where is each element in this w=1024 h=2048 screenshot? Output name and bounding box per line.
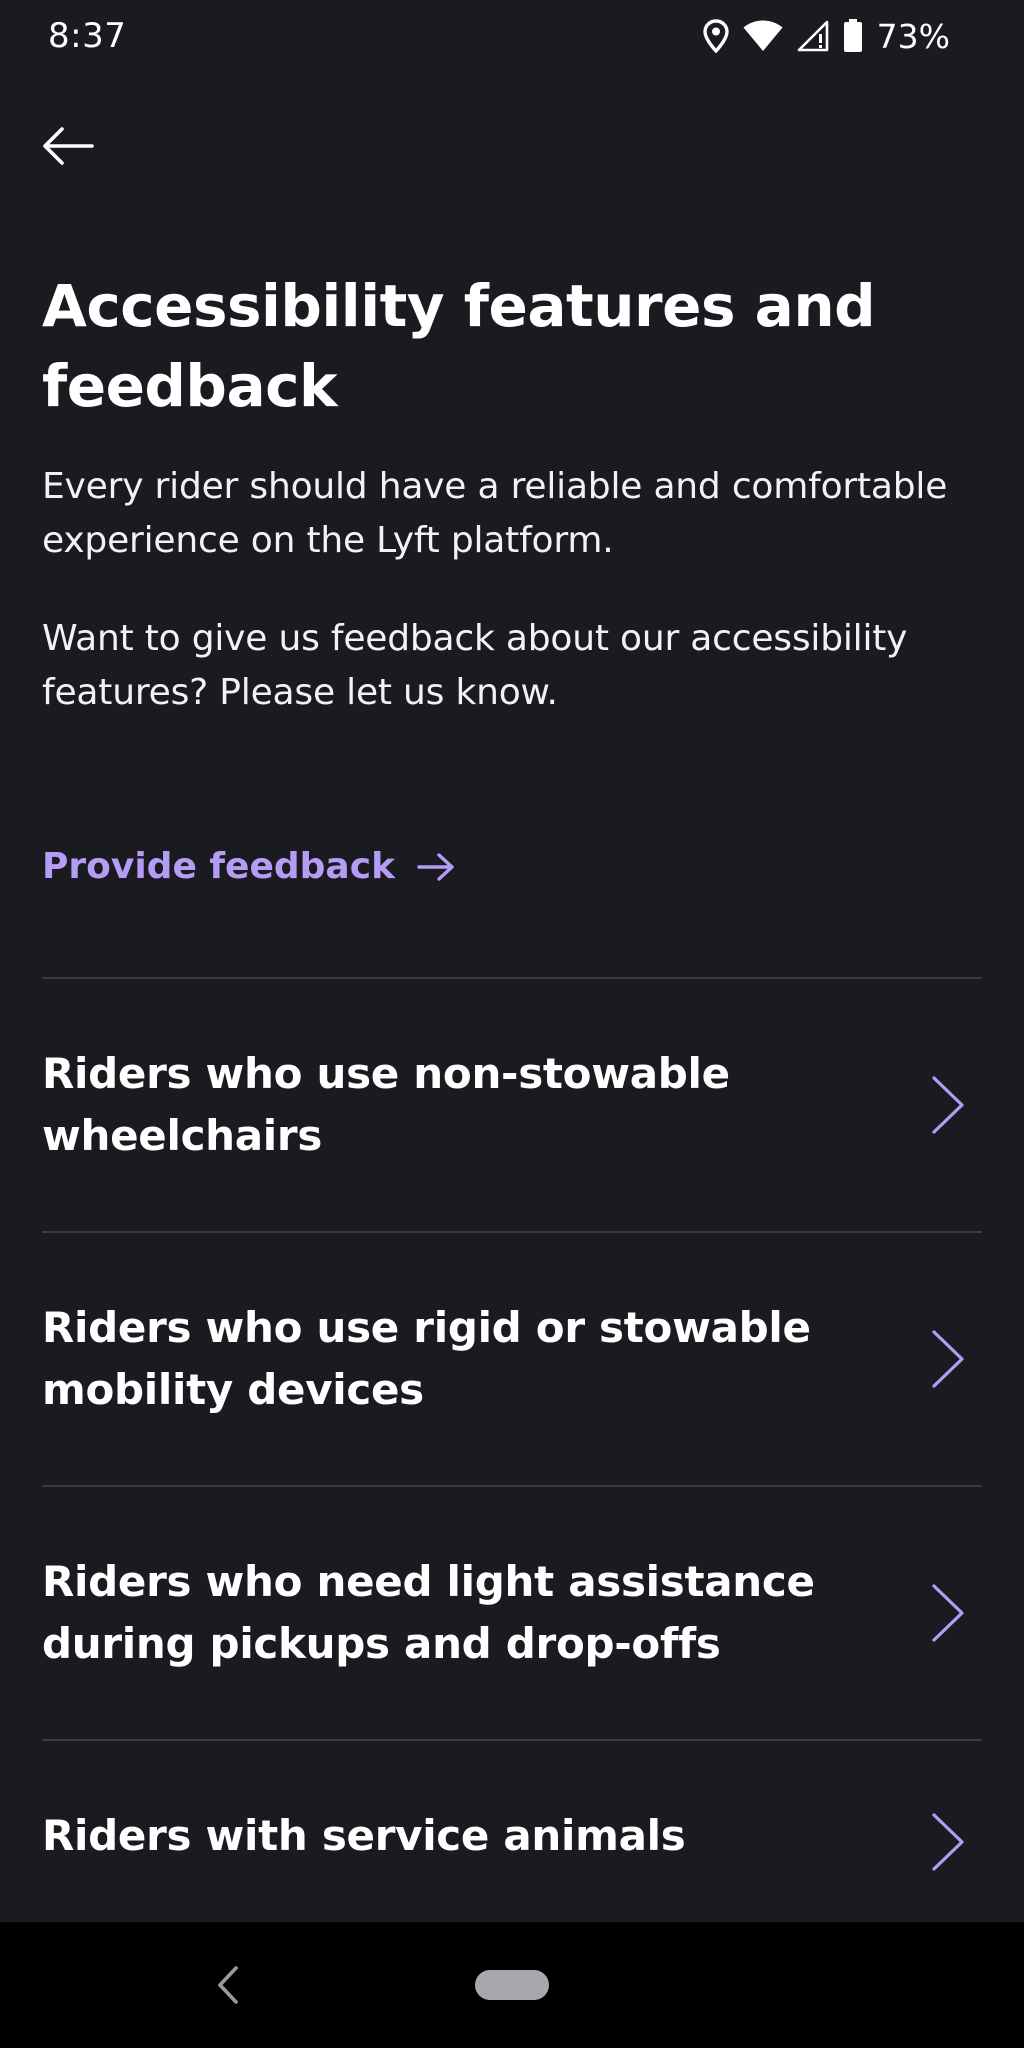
chevron-right-icon [932, 1813, 964, 1871]
home-pill-icon[interactable] [475, 1970, 549, 2000]
nav-back-icon[interactable] [208, 1962, 248, 2008]
arrow-left-icon [43, 127, 94, 165]
battery-percent: 73% [876, 16, 950, 56]
list-item-rigid-stowable-devices[interactable]: Riders who use rigid or stowable mobilit… [42, 1231, 982, 1485]
status-time: 8:37 [48, 16, 127, 56]
screen: 8:37 73% Accessibility features and feed… [0, 0, 1024, 2048]
chevron-right-icon [932, 1076, 964, 1134]
list-item-light-assistance[interactable]: Riders who need light assistance during … [42, 1485, 982, 1739]
arrow-right-icon [417, 852, 454, 881]
list-item-label: Riders who use rigid or stowable mobilit… [42, 1303, 811, 1414]
back-button[interactable] [40, 118, 110, 174]
chevron-right-icon [932, 1584, 964, 1642]
location-icon [702, 19, 729, 53]
main-content: Accessibility features and feedback Ever… [42, 266, 982, 720]
wifi-icon [743, 20, 783, 51]
chevron-right-icon [932, 1330, 964, 1388]
list-item-non-stowable-wheelchairs[interactable]: Riders who use non-stowable wheelchairs [42, 977, 982, 1231]
list-item-label: Riders with service animals [42, 1811, 686, 1860]
system-nav-bar [0, 1922, 1024, 2048]
cell-signal-icon [797, 20, 828, 52]
feedback-paragraph: Want to give us feedback about our acces… [42, 618, 908, 713]
battery-icon [843, 19, 862, 52]
status-icons: 73% [702, 16, 950, 56]
list-item-label: Riders who need light assistance during … [42, 1557, 815, 1668]
provide-feedback-label: Provide feedback [42, 846, 396, 887]
list-item-label: Riders who use non-stowable wheelchairs [42, 1049, 730, 1160]
status-bar: 8:37 73% [0, 0, 1024, 72]
provide-feedback-link[interactable]: Provide feedback [42, 846, 455, 887]
page-title: Accessibility features and feedback [42, 272, 876, 420]
list-item-service-animals[interactable]: Riders with service animals [42, 1739, 982, 1929]
accessibility-options-list: Riders who use non-stowable wheelchairs … [42, 977, 982, 1929]
intro-paragraph: Every rider should have a reliable and c… [42, 466, 948, 561]
